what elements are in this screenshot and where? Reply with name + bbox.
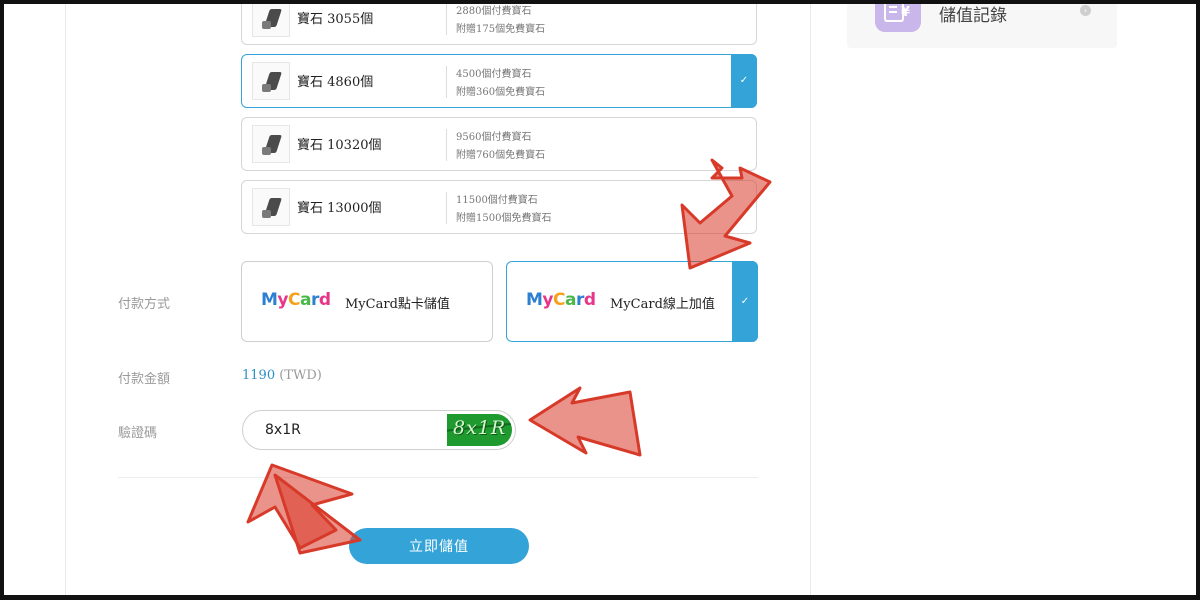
annotation-arrows: [246, 158, 772, 555]
annotation-arrow-left: [528, 386, 642, 457]
annotation-arrow-down: [680, 158, 772, 270]
annotation-arrow-diagonal: [246, 463, 362, 555]
